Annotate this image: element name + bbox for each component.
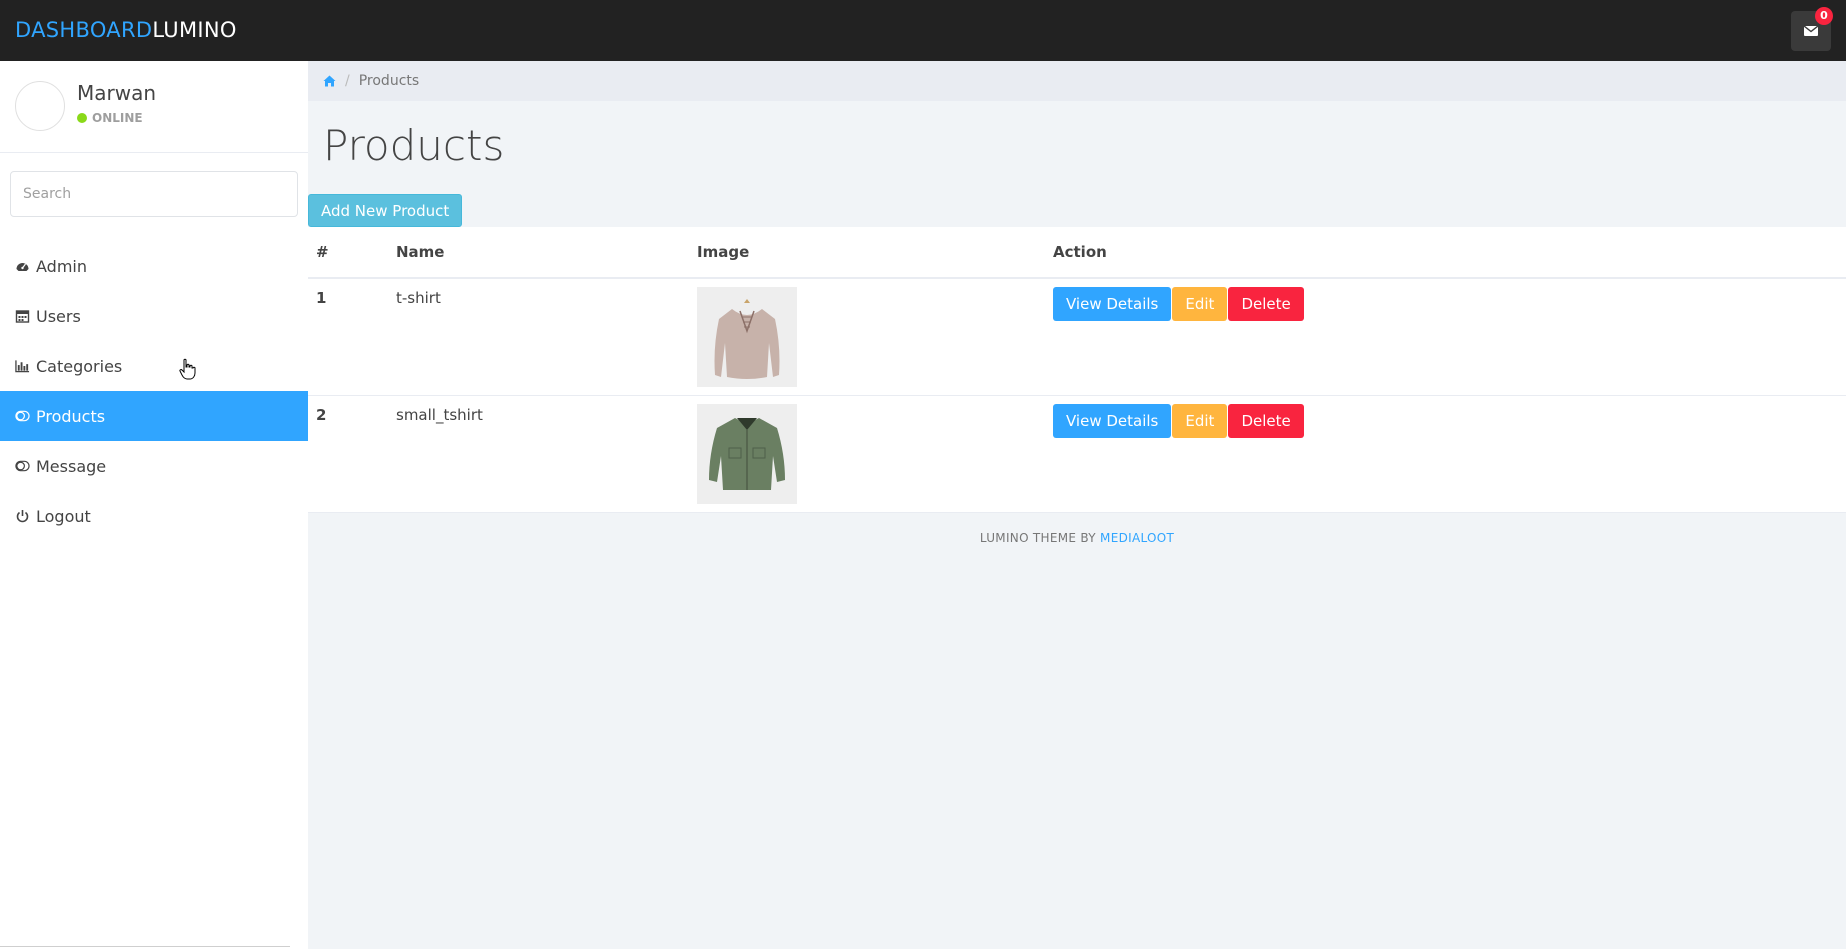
edit-button[interactable]: Edit <box>1172 404 1228 438</box>
row-number: 2 <box>308 395 388 513</box>
products-table: # Name Image Action 1 t-shirt View Detai… <box>308 227 1846 513</box>
brand-suffix: LUMINO <box>152 18 237 42</box>
dashboard-icon <box>16 263 29 271</box>
sidebar-menu: Admin Users Categories Products Message … <box>0 241 308 541</box>
delete-button[interactable]: Delete <box>1228 287 1304 321</box>
table-header-row: # Name Image Action <box>308 227 1846 279</box>
sidebar-item-products[interactable]: Products <box>0 391 308 441</box>
view-details-button[interactable]: View Details <box>1053 404 1172 438</box>
search-input[interactable] <box>10 171 298 217</box>
column-header-number: # <box>308 227 388 279</box>
sidebar-item-admin[interactable]: Admin <box>0 241 308 291</box>
profile-panel: Marwan ONLINE <box>0 61 308 153</box>
column-header-image: Image <box>689 227 1045 279</box>
mouse-cursor-icon <box>179 358 196 380</box>
home-icon[interactable] <box>323 75 336 87</box>
sidebar-item-logout[interactable]: Logout <box>0 491 308 541</box>
sidebar: Marwan ONLINE Admin Users <box>0 61 308 949</box>
product-image-cell <box>689 278 1045 396</box>
status-label: ONLINE <box>92 111 143 125</box>
row-actions: View Details Edit Delete <box>1045 278 1846 396</box>
bar-chart-icon <box>15 360 30 373</box>
product-name: small_tshirt <box>388 395 689 513</box>
row-actions: View Details Edit Delete <box>1045 395 1846 513</box>
sidebar-item-users[interactable]: Users <box>0 291 308 341</box>
online-dot-icon <box>77 113 87 123</box>
edit-button[interactable]: Edit <box>1172 287 1228 321</box>
sidebar-item-label: Users <box>36 306 81 326</box>
search-form <box>10 171 298 217</box>
breadcrumb-separator: / <box>345 73 350 89</box>
product-image-cell <box>689 395 1045 513</box>
calendar-icon <box>15 310 30 323</box>
toggle-icon <box>15 460 30 472</box>
power-icon <box>16 510 29 523</box>
sidebar-item-label: Message <box>36 456 107 476</box>
top-navbar: DASHBOARDLUMINO 0 <box>0 0 1846 61</box>
brand-logo[interactable]: DASHBOARDLUMINO <box>15 18 237 42</box>
add-new-product-button[interactable]: Add New Product <box>308 194 463 227</box>
green-jacket-image <box>697 404 797 504</box>
message-count-badge: 0 <box>1815 7 1833 25</box>
sidebar-item-message[interactable]: Message <box>0 441 308 491</box>
breadcrumb-current: Products <box>358 73 420 89</box>
view-details-button[interactable]: View Details <box>1053 287 1172 321</box>
table-row: 2 small_tshirt View Details Edit Delete <box>308 395 1846 513</box>
footer: LUMINO THEME BY MEDIALOOT <box>308 531 1846 545</box>
avatar <box>15 81 65 131</box>
page-title: Products <box>323 121 505 170</box>
product-name: t-shirt <box>388 278 689 396</box>
footer-link[interactable]: MEDIALOOT <box>1100 531 1174 545</box>
sidebar-divider <box>0 946 290 947</box>
products-table-container: # Name Image Action 1 t-shirt View Detai… <box>308 227 1846 513</box>
table-row: 1 t-shirt View Details Edit Delete <box>308 278 1846 396</box>
delete-button[interactable]: Delete <box>1228 404 1304 438</box>
sidebar-item-label: Logout <box>36 506 91 526</box>
sidebar-item-label: Admin <box>36 256 87 276</box>
brand-prefix: DASHBOARD <box>15 18 153 42</box>
sidebar-item-label: Categories <box>36 356 123 376</box>
envelope-icon <box>1804 26 1818 36</box>
column-header-action: Action <box>1045 227 1846 279</box>
main-content: / Products Products Add New Product # Na… <box>308 61 1846 949</box>
sidebar-item-label: Products <box>36 406 106 426</box>
messages-button[interactable]: 0 <box>1791 7 1833 51</box>
column-header-name: Name <box>388 227 689 279</box>
toggle-icon <box>15 410 30 422</box>
footer-text: LUMINO THEME BY <box>979 531 1096 545</box>
beige-sweater-image <box>697 287 797 387</box>
sidebar-item-categories[interactable]: Categories <box>0 341 308 391</box>
profile-name: Marwan <box>77 81 157 105</box>
profile-status: ONLINE <box>77 111 143 125</box>
breadcrumb: / Products <box>308 61 1846 101</box>
row-number: 1 <box>308 278 388 396</box>
